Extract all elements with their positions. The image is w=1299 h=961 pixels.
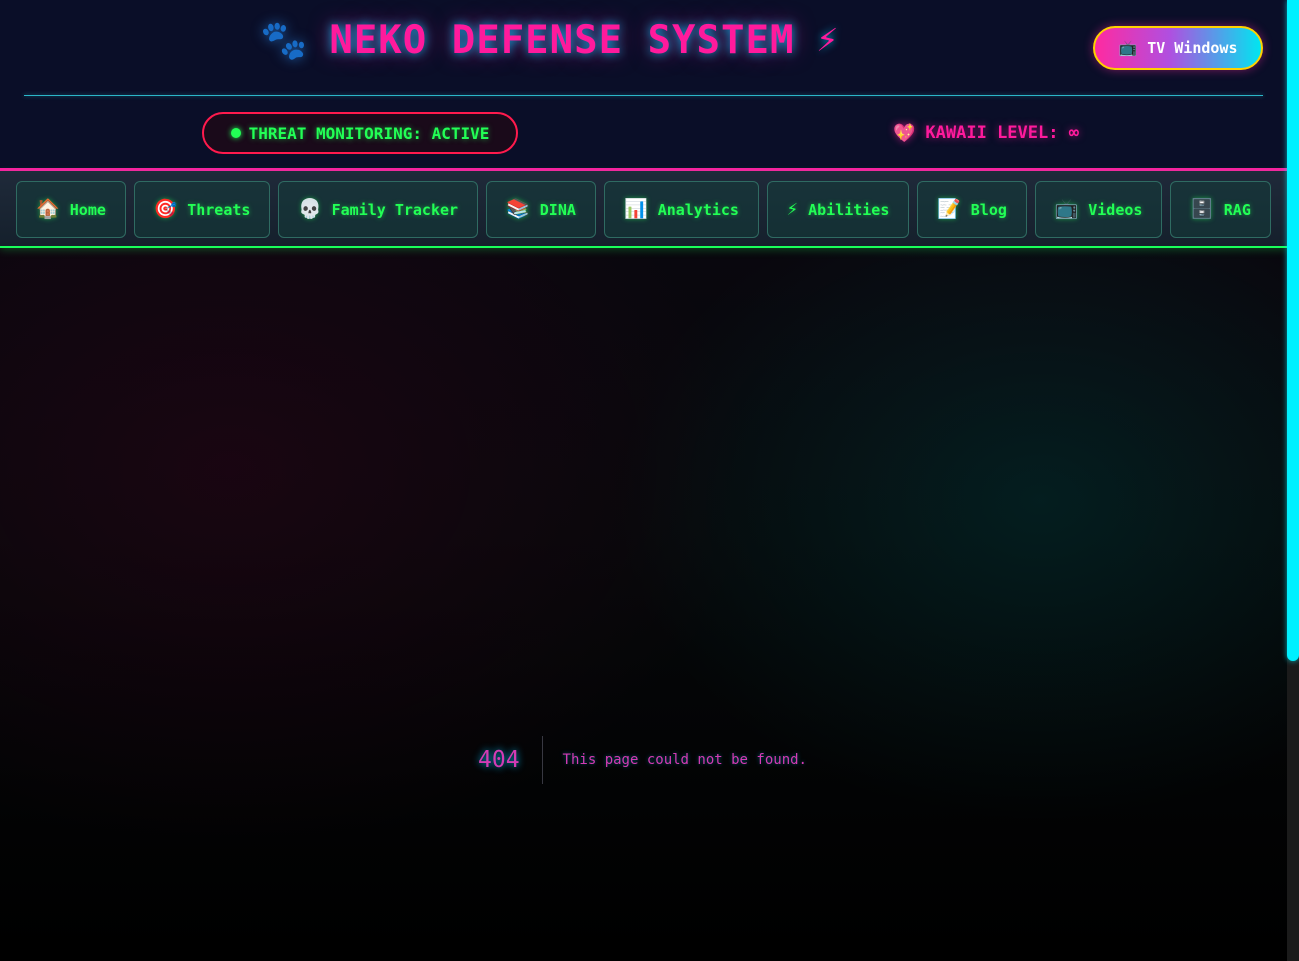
title-row: 🐾 NEKO DEFENSE SYSTEM ⚡: [260, 12, 838, 68]
file-cabinet-icon: 🗄️: [1190, 198, 1214, 220]
nav-item-threats[interactable]: 🎯 Threats: [134, 181, 270, 238]
nav-item-analytics[interactable]: 📊 Analytics: [604, 181, 759, 238]
nav-item-label: Videos: [1088, 200, 1143, 219]
nav-item-home[interactable]: 🏠 Home: [16, 181, 126, 238]
skull-icon: 💀: [297, 198, 322, 220]
nav-item-rag[interactable]: 🗄️ RAG: [1170, 181, 1271, 238]
kawaii-level: 💖 KAWAII LEVEL: ∞: [893, 120, 1079, 146]
main-nav: 🏠 Home 🎯 Threats 💀 Family Tracker 📚 DINA…: [0, 171, 1287, 248]
nav-item-label: Analytics: [657, 200, 739, 219]
not-found-message: 404 This page could not be found.: [478, 736, 807, 784]
scrollbar-thumb[interactable]: [1287, 0, 1299, 661]
bar-chart-icon: 📊: [624, 198, 648, 220]
error-code: 404: [478, 736, 543, 784]
nav-item-label: Abilities: [808, 200, 890, 219]
status-dot-icon: [230, 128, 241, 138]
site-title: NEKO DEFENSE SYSTEM: [329, 17, 795, 63]
site-header: 🐾 NEKO DEFENSE SYSTEM ⚡ 📺 TV Windows THR…: [0, 0, 1287, 171]
television-icon: 📺: [1054, 198, 1079, 220]
target-icon: 🎯: [153, 198, 178, 220]
tv-windows-button[interactable]: 📺 TV Windows: [1093, 26, 1263, 70]
nav-item-label: Threats: [187, 200, 251, 219]
error-message: This page could not be found.: [562, 752, 807, 768]
app-page: 🐾 NEKO DEFENSE SYSTEM ⚡ 📺 TV Windows THR…: [0, 0, 1299, 961]
books-icon: 📚: [506, 198, 530, 220]
memo-icon: 📝: [937, 198, 961, 220]
house-icon: 🏠: [36, 198, 60, 220]
threat-status-badge: THREAT MONITORING: ACTIVE: [202, 112, 518, 154]
tv-windows-label: TV Windows: [1147, 39, 1238, 57]
lightning-bolt-icon: ⚡: [786, 198, 799, 220]
nav-item-label: Family Tracker: [331, 200, 459, 219]
nav-item-label: Blog: [970, 200, 1007, 219]
nav-item-blog[interactable]: 📝 Blog: [917, 181, 1027, 238]
nav-item-label: DINA: [539, 200, 576, 219]
nav-item-videos[interactable]: 📺 Videos: [1035, 181, 1162, 238]
kawaii-level-text: KAWAII LEVEL: ∞: [925, 123, 1079, 143]
television-icon: 📺: [1118, 39, 1138, 57]
paw-prints-icon: 🐾: [260, 18, 308, 62]
lightning-bolt-icon: ⚡: [816, 19, 839, 60]
header-divider: [24, 95, 1263, 96]
sparkling-heart-icon: 💖: [893, 122, 916, 144]
threat-status-text: THREAT MONITORING: ACTIVE: [248, 123, 490, 143]
nav-item-label: RAG: [1223, 200, 1251, 219]
nav-item-family-tracker[interactable]: 💀 Family Tracker: [278, 181, 478, 238]
nav-item-abilities[interactable]: ⚡ Abilities: [767, 181, 909, 238]
nav-item-label: Home: [69, 200, 106, 219]
nav-item-dina[interactable]: 📚 DINA: [486, 181, 596, 238]
